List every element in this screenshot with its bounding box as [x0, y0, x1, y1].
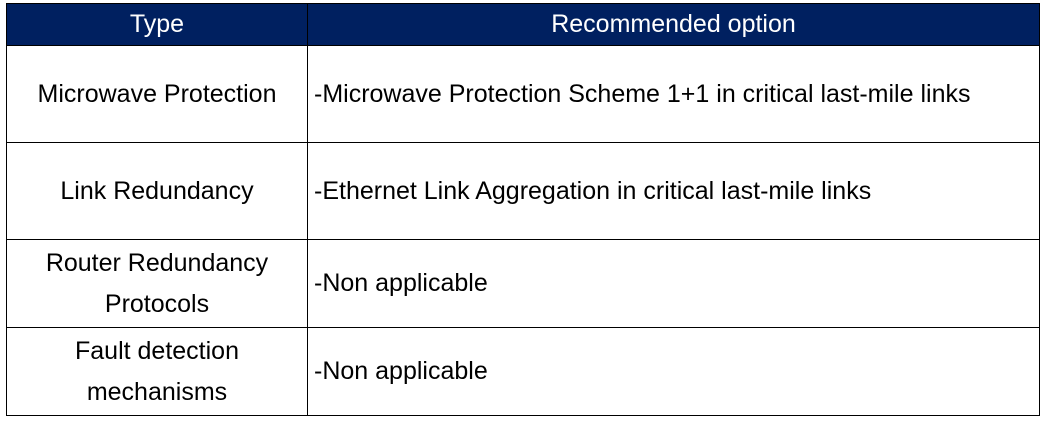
option-cell: -Non applicable — [307, 239, 1040, 328]
table-row: Router Redundancy Protocols -Non applica… — [6, 239, 1040, 328]
table-row: Fault detection mechanisms -Non applicab… — [6, 327, 1040, 416]
table-body: Microwave Protection -Microwave Protecti… — [6, 45, 1040, 416]
header-row: Type Recommended option — [6, 3, 1040, 46]
type-cell: Fault detection mechanisms — [6, 327, 308, 416]
table-row: Link Redundancy -Ethernet Link Aggregati… — [6, 142, 1040, 240]
table-header: Type Recommended option — [6, 3, 1040, 46]
recommendations-table: Type Recommended option Microwave Protec… — [6, 3, 1040, 416]
table-row: Microwave Protection -Microwave Protecti… — [6, 45, 1040, 143]
header-type: Type — [6, 3, 308, 46]
option-cell: -Ethernet Link Aggregation in critical l… — [307, 142, 1040, 240]
type-cell: Microwave Protection — [6, 45, 308, 143]
type-cell: Router Redundancy Protocols — [6, 239, 308, 328]
option-cell: -Non applicable — [307, 327, 1040, 416]
type-cell: Link Redundancy — [6, 142, 308, 240]
option-cell: -Microwave Protection Scheme 1+1 in crit… — [307, 45, 1040, 143]
header-recommended-option: Recommended option — [307, 3, 1040, 46]
